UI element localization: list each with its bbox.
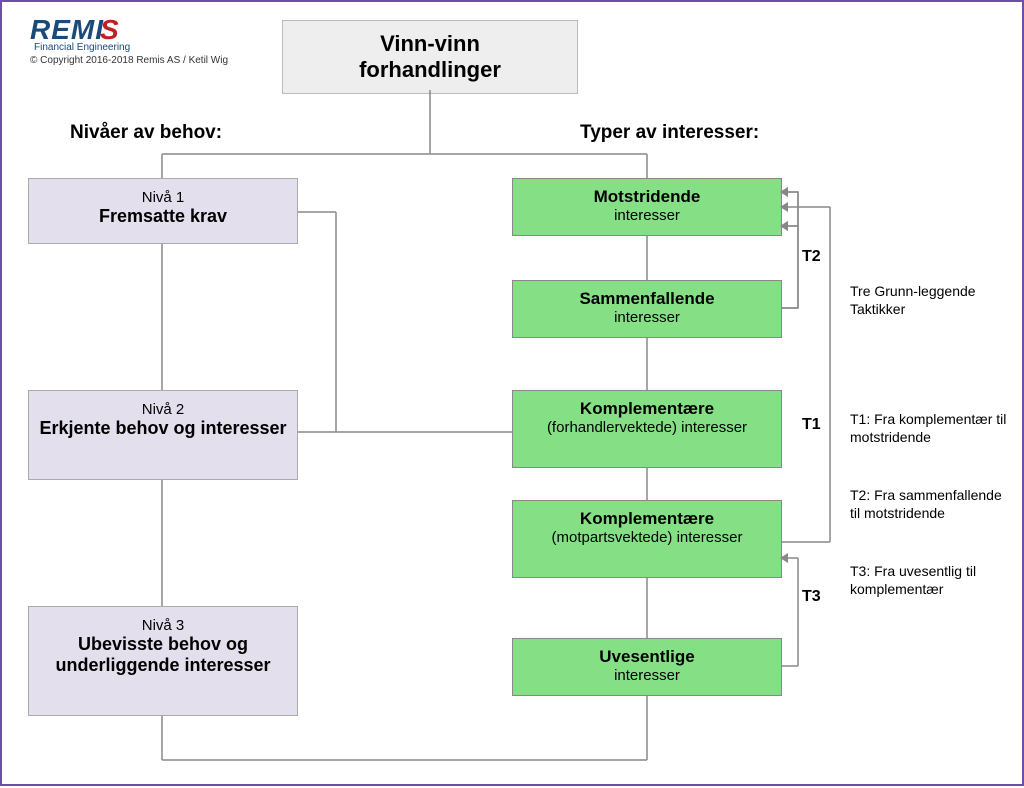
interest-box-insignificant: Uvesentlige interesser [512, 638, 782, 696]
tactics-desc-t1: T1: Fra komplementær til motstridende [850, 410, 1010, 446]
tactics-desc-t3: T3: Fra uvesentlig til komplementær [850, 562, 1010, 598]
interest-2-sub: interesser [519, 309, 775, 326]
interest-3-sub: (forhandlervektede) interesser [519, 419, 775, 436]
level-box-3: Nivå 3 Ubevisste behov og underliggende … [28, 606, 298, 716]
level-3-label: Nivå 3 [35, 617, 291, 634]
interest-1-title: Motstridende [519, 187, 775, 207]
heading-interests: Typer av interesser: [580, 122, 759, 144]
level-box-2: Nivå 2 Erkjente behov og interesser [28, 390, 298, 480]
tactic-label-t1: T1 [802, 416, 821, 434]
level-box-1: Nivå 1 Fremsatte krav [28, 178, 298, 244]
interest-4-sub: (motpartsvektede) interesser [519, 529, 775, 546]
interest-3-title: Komplementære [519, 399, 775, 419]
level-1-title: Fremsatte krav [35, 206, 291, 227]
interest-5-title: Uvesentlige [519, 647, 775, 667]
logo-block: REMIS Financial Engineering Copyright 20… [30, 14, 228, 66]
level-2-title: Erkjente behov og interesser [35, 418, 291, 439]
level-1-label: Nivå 1 [35, 189, 291, 206]
title-line-1: Vinn-vinn [291, 31, 569, 57]
tactic-label-t2: T2 [802, 248, 821, 266]
logo-name: REMI [30, 14, 104, 45]
interest-2-title: Sammenfallende [519, 289, 775, 309]
copyright-text: Copyright 2016-2018 Remis AS / Ketil Wig [30, 55, 228, 66]
interest-box-coinciding: Sammenfallende interesser [512, 280, 782, 338]
interest-box-complementary-negotiator: Komplementære (forhandlervektede) intere… [512, 390, 782, 468]
level-3-title: Ubevisste behov og underliggende interes… [35, 634, 291, 676]
tactics-heading: Tre Grunn-leggende Taktikker [850, 282, 1010, 318]
tactics-desc-t2: T2: Fra sammenfallende til motstridende [850, 486, 1010, 522]
interest-1-sub: interesser [519, 207, 775, 224]
logo-subtitle: Financial Engineering [34, 42, 228, 53]
heading-levels: Nivåer av behov: [70, 122, 222, 144]
level-2-label: Nivå 2 [35, 401, 291, 418]
interest-box-complementary-counterpart: Komplementære (motpartsvektede) interess… [512, 500, 782, 578]
interest-4-title: Komplementære [519, 509, 775, 529]
interest-box-conflicting: Motstridende interesser [512, 178, 782, 236]
diagram-title: Vinn-vinn forhandlinger [282, 20, 578, 94]
interest-5-sub: interesser [519, 667, 775, 684]
title-line-2: forhandlinger [291, 57, 569, 83]
tactic-label-t3: T3 [802, 588, 821, 606]
